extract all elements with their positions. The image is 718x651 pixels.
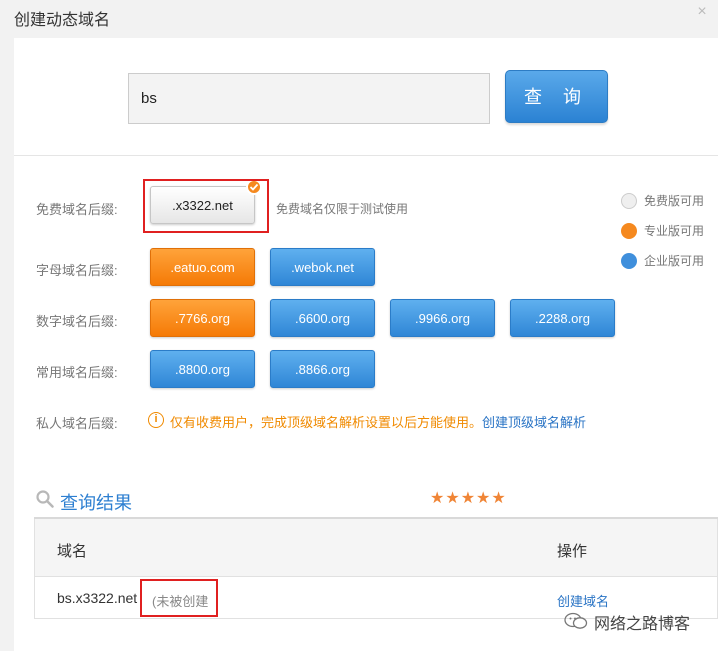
- create-domain-link[interactable]: 创建域名: [557, 591, 609, 610]
- letter-suffix-label: 字母域名后缀:: [36, 263, 118, 278]
- divider: [14, 155, 718, 156]
- result-domain: bs.x3322.net: [57, 590, 138, 606]
- private-warning-text: 仅有收费用户，完成顶级域名解析设置以后方能使用。: [170, 415, 483, 430]
- search-button[interactable]: 查 询: [505, 70, 608, 123]
- close-icon[interactable]: ×: [694, 4, 710, 20]
- column-header-action: 操作: [557, 543, 588, 560]
- star-icon: ★: [491, 490, 506, 507]
- watermark-text: 网络之路博客: [594, 616, 691, 633]
- legend-dot-icon: [621, 253, 637, 269]
- table-header: [35, 519, 717, 577]
- suffix-button-8866[interactable]: .8866.org: [270, 350, 375, 388]
- column-header-domain: 域名: [57, 543, 88, 560]
- star-icon: ★: [430, 490, 445, 507]
- highlight-box: [143, 179, 269, 233]
- suffix-button-8800[interactable]: .8800.org: [150, 350, 255, 388]
- results-title: 查询结果: [60, 493, 132, 513]
- legend-dot-icon: [621, 193, 637, 209]
- wechat-icon: [564, 612, 588, 629]
- suffix-button-webok[interactable]: .webok.net: [270, 248, 375, 286]
- dialog-panel: bs 查 询 免费域名后缀: .x3322.net 免费域名仅限于测试使用 免费…: [14, 38, 718, 651]
- private-suffix-label: 私人域名后缀:: [36, 416, 118, 431]
- highlight-box: [140, 579, 218, 617]
- create-top-level-link[interactable]: 创建顶级域名解析: [482, 415, 586, 430]
- free-suffix-label: 免费域名后缀:: [36, 202, 118, 217]
- results-table: 域名 操作 bs.x3322.net (未被创建 创建域名: [34, 519, 718, 619]
- common-suffix-label: 常用域名后缀:: [36, 365, 118, 380]
- suffix-button-6600[interactable]: .6600.org: [270, 299, 375, 337]
- free-suffix-note: 免费域名仅限于测试使用: [276, 202, 409, 216]
- private-warning: 仅有收费用户，完成顶级域名解析设置以后方能使用。创建顶级域名解析: [170, 412, 586, 431]
- star-icon: ★: [476, 490, 491, 507]
- star-rating: ★ ★ ★ ★ ★: [430, 491, 506, 507]
- suffix-button-eatuo[interactable]: .eatuo.com: [150, 248, 255, 286]
- legend-label: 免费版可用: [644, 194, 705, 208]
- star-icon: ★: [445, 490, 460, 507]
- suffix-button-7766[interactable]: .7766.org: [150, 299, 255, 337]
- info-icon: i: [148, 412, 164, 428]
- star-icon: ★: [460, 490, 476, 507]
- suffix-button-9966[interactable]: .9966.org: [390, 299, 495, 337]
- search-icon: [36, 490, 54, 508]
- search-input[interactable]: bs: [128, 73, 490, 124]
- legend-dot-icon: [621, 223, 637, 239]
- dialog-title: 创建动态域名: [14, 12, 111, 29]
- legend-label: 企业版可用: [644, 254, 705, 268]
- suffix-button-2288[interactable]: .2288.org: [510, 299, 615, 337]
- number-suffix-label: 数字域名后缀:: [36, 314, 118, 329]
- legend-label: 专业版可用: [644, 224, 705, 238]
